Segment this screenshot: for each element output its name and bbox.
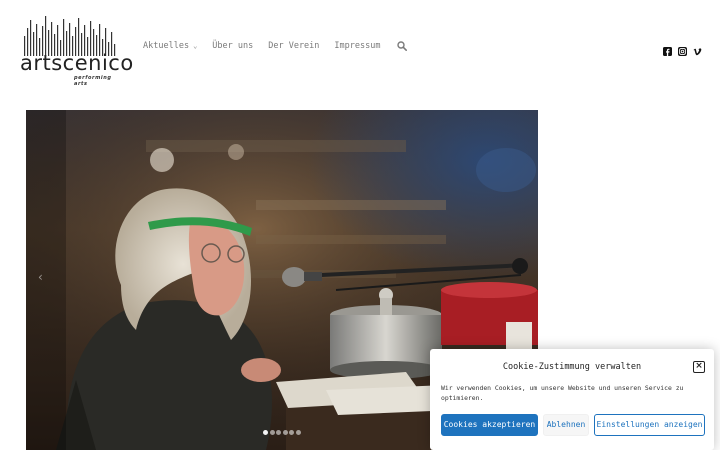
- logo-bars-graphic: [24, 16, 116, 56]
- cookie-banner-message: Wir verwenden Cookies, um unsere Website…: [441, 384, 684, 402]
- vimeo-icon[interactable]: [693, 41, 702, 56]
- slider-dot[interactable]: [269, 430, 275, 435]
- site-header: artscenico performing arts Aktuelles ⌄ Ü…: [0, 0, 720, 90]
- nav-item-label: Über uns: [212, 41, 254, 51]
- slider-dot[interactable]: [282, 430, 288, 435]
- nav-item-label: Der Verein: [268, 41, 320, 51]
- slider-prev-button[interactable]: ‹: [38, 270, 43, 284]
- cookie-settings-button[interactable]: Einstellungen anzeigen: [594, 414, 705, 436]
- slider-dot[interactable]: [289, 430, 294, 435]
- facebook-icon[interactable]: [663, 41, 672, 56]
- search-icon[interactable]: [397, 41, 408, 51]
- main-navigation: Aktuelles ⌄ Über uns Der Verein Impressu…: [143, 39, 408, 53]
- nav-item-ueber-uns[interactable]: Über uns: [212, 41, 253, 51]
- logo-tagline: performing arts: [74, 75, 112, 87]
- cookie-banner-title: Cookie-Zustimmung verwalten: [502, 362, 642, 372]
- social-links: [663, 41, 702, 56]
- slider-dot[interactable]: [263, 430, 268, 435]
- slider-pagination: [263, 430, 301, 435]
- instagram-icon[interactable]: [678, 41, 687, 56]
- nav-item-impressum[interactable]: Impressum: [334, 41, 380, 51]
- accept-cookies-button[interactable]: Cookies akzeptieren: [441, 414, 538, 436]
- nav-item-aktuelles[interactable]: Aktuelles ⌄: [143, 41, 197, 51]
- nav-item-der-verein[interactable]: Der Verein: [268, 41, 319, 51]
- site-logo[interactable]: artscenico performing arts: [20, 16, 133, 87]
- close-icon[interactable]: ×: [693, 361, 705, 373]
- nav-item-label: Impressum: [334, 41, 381, 51]
- logo-wordmark: artscenico: [20, 51, 134, 75]
- chevron-down-icon: ⌄: [193, 42, 198, 50]
- cookie-consent-banner: Cookie-Zustimmung verwalten × Wir verwen…: [430, 349, 714, 450]
- chevron-left-icon: ‹: [38, 270, 43, 284]
- slider-dot[interactable]: [295, 430, 301, 435]
- nav-item-label: Aktuelles: [143, 41, 190, 51]
- deny-cookies-button[interactable]: Ablehnen: [543, 414, 589, 436]
- slider-dot[interactable]: [276, 430, 281, 435]
